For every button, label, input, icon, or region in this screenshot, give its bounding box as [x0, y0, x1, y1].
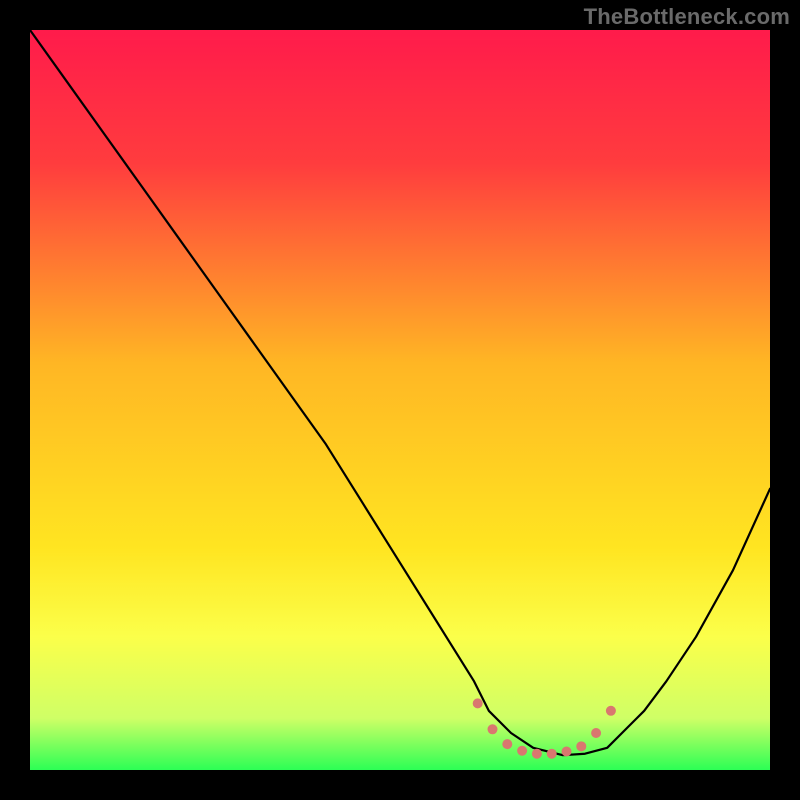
highlight-dot [473, 698, 483, 708]
bottleneck-plot [0, 0, 800, 800]
highlight-dot [562, 747, 572, 757]
highlight-dot [532, 749, 542, 759]
highlight-dot [502, 739, 512, 749]
watermark-label: TheBottleneck.com [584, 4, 790, 30]
chart-stage: TheBottleneck.com [0, 0, 800, 800]
plot-background [30, 30, 770, 770]
highlight-dot [488, 724, 498, 734]
highlight-dot [547, 749, 557, 759]
highlight-dot [576, 741, 586, 751]
highlight-dot [517, 746, 527, 756]
highlight-dot [591, 728, 601, 738]
highlight-dot [606, 706, 616, 716]
